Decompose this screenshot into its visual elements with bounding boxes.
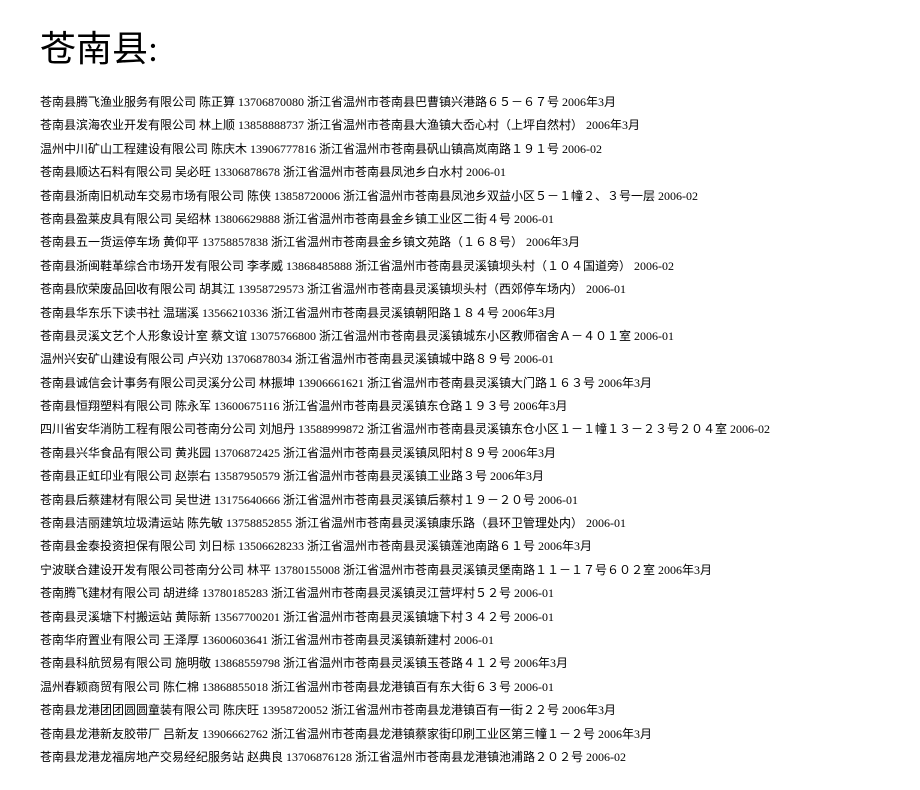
entry-row: 苍南县龙港团团圆圆童装有限公司 陈庆旺 13958720052 浙江省温州市苍南…	[40, 700, 880, 720]
entry-row: 苍南县金泰投资担保有限公司 刘日标 13506628233 浙江省温州市苍南县灵…	[40, 536, 880, 556]
entry-row: 苍南县正虹印业有限公司 赵崇右 13587950579 浙江省温州市苍南县灵溪镇…	[40, 466, 880, 486]
entry-row: 苍南县浙闽鞋革综合市场开发有限公司 李孝威 13868485888 浙江省温州市…	[40, 256, 880, 276]
entry-row: 苍南县欣荣废品回收有限公司 胡其江 13958729573 浙江省温州市苍南县灵…	[40, 279, 880, 299]
entry-row: 苍南县后蔡建材有限公司 吴世进 13175640666 浙江省温州市苍南县灵溪镇…	[40, 490, 880, 510]
entry-row: 苍南县洁丽建筑垃圾清运站 陈先敏 13758852855 浙江省温州市苍南县灵溪…	[40, 513, 880, 533]
entry-row: 苍南县龙港新友胶带厂 吕新友 13906662762 浙江省温州市苍南县龙港镇蔡…	[40, 724, 880, 744]
entry-row: 苍南腾飞建材有限公司 胡进绛 13780185283 浙江省温州市苍南县灵溪镇灵…	[40, 583, 880, 603]
entry-row: 苍南县顺达石料有限公司 吴必旺 13306878678 浙江省温州市苍南县凤池乡…	[40, 162, 880, 182]
entry-row: 苍南县龙港龙福房地产交易经纪服务站 赵典良 13706876128 浙江省温州市…	[40, 747, 880, 767]
entry-row: 苍南县灵溪塘下村搬运站 黄际新 13567700201 浙江省温州市苍南县灵溪镇…	[40, 607, 880, 627]
entry-row: 四川省安华消防工程有限公司苍南分公司 刘旭丹 13588999872 浙江省温州…	[40, 419, 880, 439]
entry-row: 苍南县五一货运停车场 黄仰平 13758857838 浙江省温州市苍南县金乡镇文…	[40, 232, 880, 252]
entry-row: 温州兴安矿山建设有限公司 卢兴劝 13706878034 浙江省温州市苍南县灵溪…	[40, 349, 880, 369]
entry-row: 苍南县灵溪文艺个人形象设计室 蔡文谊 13075766800 浙江省温州市苍南县…	[40, 326, 880, 346]
entry-row: 苍南县滨海农业开发有限公司 林上顺 13858888737 浙江省温州市苍南县大…	[40, 115, 880, 135]
entry-row: 苍南华府置业有限公司 王泽厚 13600603641 浙江省温州市苍南县灵溪镇新…	[40, 630, 880, 650]
entry-row: 苍南县兴华食品有限公司 黄兆园 13706872425 浙江省温州市苍南县灵溪镇…	[40, 443, 880, 463]
entries-list: 苍南县腾飞渔业服务有限公司 陈正算 13706870080 浙江省温州市苍南县巴…	[40, 92, 880, 767]
entry-row: 宁波联合建设开发有限公司苍南分公司 林平 13780155008 浙江省温州市苍…	[40, 560, 880, 580]
entry-row: 苍南县腾飞渔业服务有限公司 陈正算 13706870080 浙江省温州市苍南县巴…	[40, 92, 880, 112]
entry-row: 苍南县华东乐下读书社 温瑞溪 13566210336 浙江省温州市苍南县灵溪镇朝…	[40, 303, 880, 323]
entry-row: 温州春颖商贸有限公司 陈仁棉 13868855018 浙江省温州市苍南县龙港镇百…	[40, 677, 880, 697]
page-title: 苍南县:	[40, 20, 880, 72]
entry-row: 苍南县恒翔塑料有限公司 陈永军 13600675116 浙江省温州市苍南县灵溪镇…	[40, 396, 880, 416]
entry-row: 苍南县浙南旧机动车交易市场有限公司 陈侠 13858720006 浙江省温州市苍…	[40, 186, 880, 206]
entry-row: 温州中川矿山工程建设有限公司 陈庆木 13906777816 浙江省温州市苍南县…	[40, 139, 880, 159]
entry-row: 苍南县诚信会计事务有限公司灵溪分公司 林振坤 13906661621 浙江省温州…	[40, 373, 880, 393]
entry-row: 苍南县科航贸易有限公司 施明敬 13868559798 浙江省温州市苍南县灵溪镇…	[40, 653, 880, 673]
entry-row: 苍南县盈莱皮具有限公司 吴绍林 13806629888 浙江省温州市苍南县金乡镇…	[40, 209, 880, 229]
